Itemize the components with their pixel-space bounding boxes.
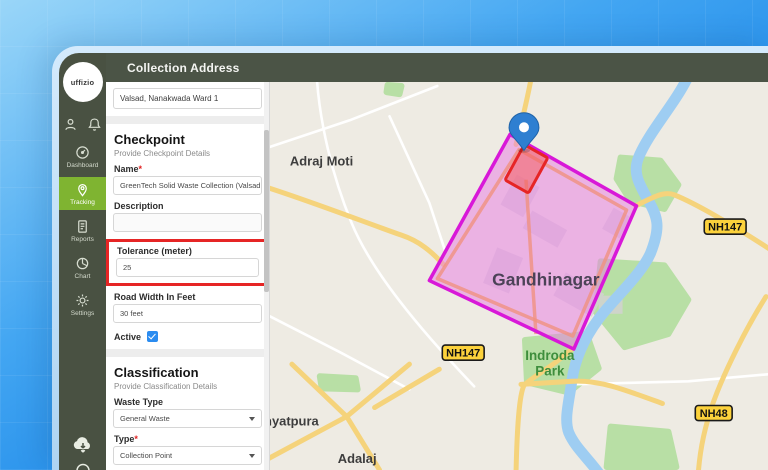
description-field[interactable] [113,213,262,232]
person-pin-icon [75,182,90,197]
sidebar-item-settings[interactable]: Settings [59,288,106,321]
sidebar-item-label: Chart [75,273,91,280]
checkpoint-section-title: Checkpoint [114,132,261,147]
panel-scrollbar[interactable] [264,82,269,470]
tolerance-highlight-box: Tolerance (meter) 25 [106,239,269,286]
headset-icon[interactable] [74,461,92,470]
map-label-adraj-moti: Adraj Moti [290,154,353,169]
required-asterisk: * [139,164,143,174]
map-canvas[interactable]: NH147 NH147 NH48 Adraj Moti Gandhinagar … [270,82,768,470]
name-label: Name* [114,164,261,174]
map-label-indroda: Indroda [525,348,575,363]
sidebar-item-tracking[interactable]: Tracking [59,177,106,210]
svg-text:NH147: NH147 [708,222,742,234]
highway-badge: NH147 [442,345,484,360]
sidebar-item-label: Reports [71,236,94,243]
description-label: Description [114,201,261,211]
road-width-field[interactable]: 30 feet [113,304,262,323]
type-select[interactable]: Collection Point [113,446,262,465]
highway-badge: NH48 [695,406,732,421]
required-asterisk: * [134,434,138,444]
gear-icon [75,293,90,308]
road-width-label: Road Width In Feet [114,292,261,302]
classification-section-subtitle: Provide Classification Details [114,382,261,391]
dropdown-caret-icon [249,454,255,458]
icon-sidebar: uffizio Dashboard [59,53,106,470]
tolerance-field[interactable]: 25 [116,258,259,277]
highway-badge: NH147 [704,219,746,234]
panel-header: Collection Address [106,53,768,82]
sidebar-item-chart[interactable]: Chart [59,251,106,284]
active-checkbox[interactable] [147,331,158,342]
waste-type-select[interactable]: General Waste [113,409,262,428]
cloud-download-icon[interactable] [72,435,94,453]
scrollbar-thumb[interactable] [264,130,269,292]
speedometer-icon [75,145,90,160]
app-frame: uffizio Dashboard [59,53,768,470]
pie-chart-icon [75,256,90,271]
classification-section-title: Classification [114,365,261,380]
tolerance-label: Tolerance (meter) [117,246,258,256]
map-label-gandhinagar: Gandhinagar [492,269,600,289]
top-icons [63,117,102,132]
sidebar-item-reports[interactable]: Reports [59,214,106,247]
page-title: Collection Address [127,61,240,75]
dropdown-caret-icon [249,417,255,421]
logo: uffizio [63,62,103,102]
logo-text: uffizio [71,78,94,87]
map-label-adalaj: Adalaj [338,451,377,466]
section-divider [106,349,269,357]
map-label-hyatpura: hyatpura [270,414,319,429]
address-field[interactable]: Valsad, Nanakwada Ward 1 [113,88,262,109]
sidebar-item-label: Dashboard [67,162,99,169]
report-icon [75,219,90,234]
svg-text:NH147: NH147 [446,348,480,360]
active-row: Active [114,331,261,342]
waste-type-label: Waste Type [114,397,261,407]
content-row: Valsad, Nanakwada Ward 1 Checkpoint Prov… [106,82,768,470]
svg-text:NH48: NH48 [700,408,728,420]
checkpoint-form-panel: Valsad, Nanakwada Ward 1 Checkpoint Prov… [106,82,270,470]
user-icon[interactable] [63,117,78,132]
active-label: Active [114,332,141,342]
name-field[interactable]: GreenTech Solid Waste Collection (Valsad… [113,176,262,195]
app-window: uffizio Dashboard [52,46,768,470]
sidebar-item-label: Settings [71,310,95,317]
type-label: Type* [114,434,261,444]
map-label-indroda-park: Park [535,363,565,378]
bell-icon[interactable] [87,117,102,132]
section-divider [106,116,269,124]
checkpoint-section-subtitle: Provide Checkpoint Details [114,149,261,158]
main-area: Collection Address Valsad, Nanakwada War… [106,53,768,470]
sidebar-item-dashboard[interactable]: Dashboard [59,140,106,173]
sidebar-item-label: Tracking [70,199,95,206]
